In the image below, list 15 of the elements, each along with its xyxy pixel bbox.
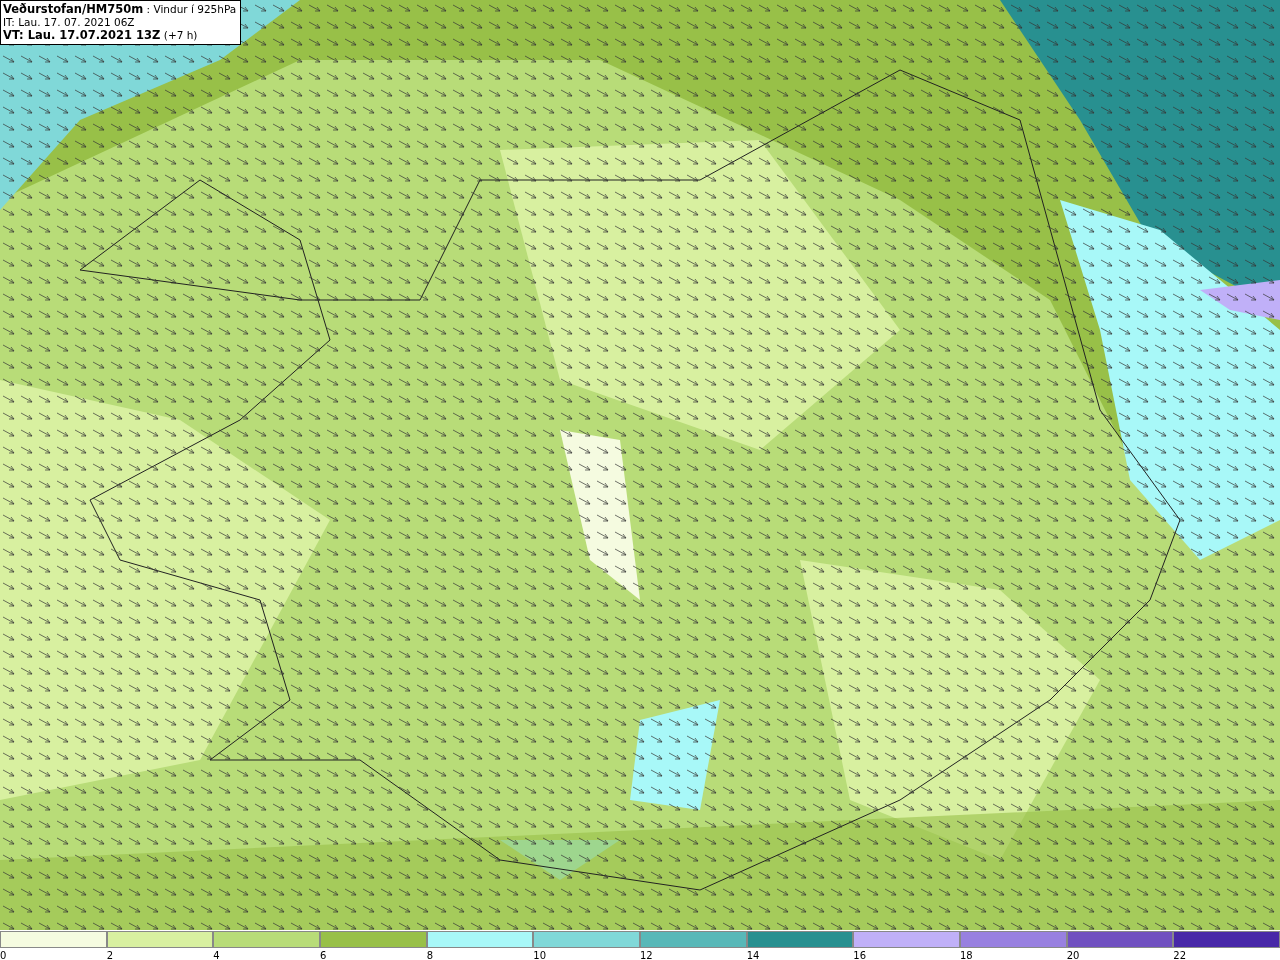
legend-tick-label: 6 <box>320 950 327 960</box>
header-line: IT: Lau. 17. 07. 2021 06Z <box>3 16 136 29</box>
legend-tick-label: 0 <box>0 950 7 960</box>
legend-tick-label: 16 <box>853 950 867 960</box>
header-line: VT: Lau. 17.07.2021 13Z (+7 h) <box>3 29 199 42</box>
legend-tick-label: 22 <box>1173 950 1187 960</box>
legend-tick-label: 4 <box>213 950 220 960</box>
header-line: Veðurstofan/HM750m : Vindur í 925hPa <box>3 3 237 16</box>
legend-tick-label: 20 <box>1066 950 1080 960</box>
legend-tick-label: 12 <box>640 950 653 960</box>
legend-tick-label: 2 <box>106 950 114 960</box>
legend-tick-label: 10 <box>533 950 547 960</box>
legend-tick-label: 8 <box>426 950 434 960</box>
legend-tick-label: 18 <box>960 950 973 960</box>
legend-tick-label: 14 <box>746 950 760 960</box>
